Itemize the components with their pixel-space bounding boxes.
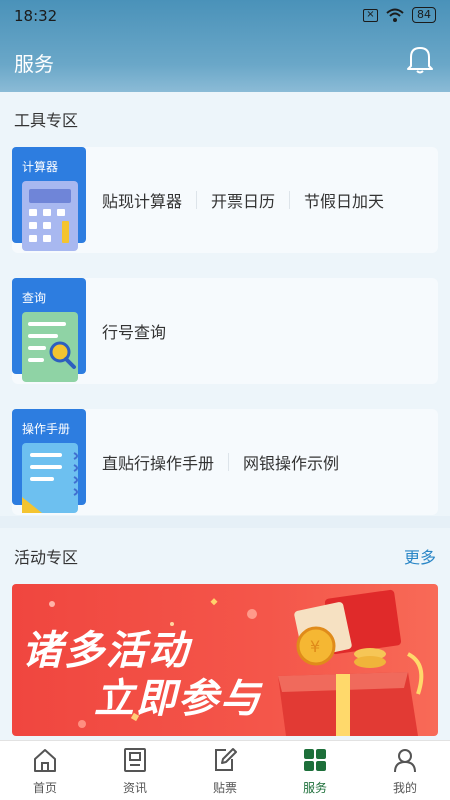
header-background: 18:32 × 84 服务 <box>0 0 450 92</box>
bank-code-query-link[interactable]: 行号查询 <box>102 319 180 343</box>
tools-section: 工具专区 计算器 贴现计算器 开票日历 节假日加天 查询 行号查询 操作手册 直… <box>0 92 450 516</box>
nav-item-news[interactable]: 资讯 <box>90 741 180 800</box>
discount-calculator-link[interactable]: 贴现计算器 <box>102 188 196 212</box>
activity-section: 活动专区 更多 诸多活动 立即参与 ¥ <box>0 528 450 740</box>
nav-label: 首页 <box>32 781 57 795</box>
status-time: 18:32 <box>14 7 58 25</box>
banner-subheadline: 立即参与 <box>94 676 262 722</box>
card-icon-label: 计算器 <box>22 159 58 174</box>
holiday-add-days-link[interactable]: 节假日加天 <box>290 188 398 212</box>
nav-item-tickets[interactable]: 贴票 <box>180 741 270 800</box>
person-icon <box>394 749 416 773</box>
direct-discount-manual-link[interactable]: 直贴行操作手册 <box>102 450 228 474</box>
search-document-icon[interactable]: 查询 <box>12 278 86 384</box>
main-content: 工具专区 计算器 贴现计算器 开票日历 节假日加天 查询 行号查询 操作手册 直… <box>0 92 450 740</box>
page-title: 服务 <box>14 52 54 76</box>
card-icon-label: 查询 <box>22 291 46 305</box>
invoice-calendar-link[interactable]: 开票日历 <box>197 188 289 212</box>
online-banking-example-link[interactable]: 网银操作示例 <box>229 450 353 474</box>
nav-label: 服务 <box>302 781 327 795</box>
nav-item-profile[interactable]: 我的 <box>360 741 450 800</box>
tools-section-title: 工具专区 <box>14 111 79 130</box>
nav-item-services[interactable]: 服务 <box>270 741 360 800</box>
card-icon-label: 操作手册 <box>22 421 70 436</box>
more-link[interactable]: 更多 <box>404 544 436 568</box>
notification-bell-icon[interactable] <box>406 44 434 74</box>
no-sim-icon: × <box>363 8 378 22</box>
card-links: 贴现计算器 开票日历 节假日加天 <box>102 147 398 253</box>
card-links: 直贴行操作手册 网银操作示例 <box>102 409 353 515</box>
nav-label: 贴票 <box>212 781 237 795</box>
card-links: 行号查询 <box>102 278 180 384</box>
news-icon <box>124 748 146 772</box>
edit-icon <box>215 748 237 771</box>
manual-icon[interactable]: 操作手册 <box>12 409 86 515</box>
app-bar: 服务 <box>0 32 450 88</box>
grid-icon <box>304 749 326 771</box>
wifi-icon <box>386 8 404 22</box>
nav-label: 资讯 <box>122 781 147 795</box>
calculator-icon[interactable]: 计算器 <box>12 147 86 253</box>
status-bar: 18:32 × 84 <box>0 0 450 32</box>
bottom-navigation: 首页 资讯 贴票 服务 我的 <box>0 740 450 800</box>
home-icon <box>34 749 56 772</box>
nav-label: 我的 <box>392 781 417 795</box>
status-icons: × 84 <box>363 7 436 23</box>
svg-text:¥: ¥ <box>310 637 320 656</box>
battery-indicator: 84 <box>412 7 436 23</box>
manual-card: 操作手册 直贴行操作手册 网银操作示例 <box>12 409 438 515</box>
query-card: 查询 行号查询 <box>12 278 438 384</box>
nav-item-home[interactable]: 首页 <box>0 741 90 800</box>
activity-section-title: 活动专区 <box>14 548 79 567</box>
gift-box-icon: ¥ <box>278 589 424 736</box>
activity-banner[interactable]: 诸多活动 立即参与 ¥ <box>12 584 438 736</box>
calculator-card: 计算器 贴现计算器 开票日历 节假日加天 <box>12 147 438 253</box>
